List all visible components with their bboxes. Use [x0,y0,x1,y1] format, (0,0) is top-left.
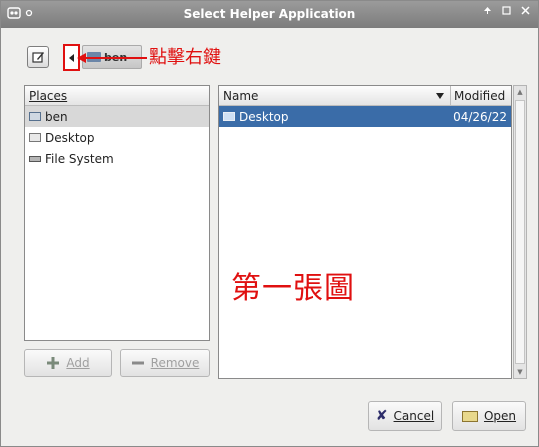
title-bar[interactable]: Select Helper Application [1,1,538,28]
cancel-button[interactable]: ✘ Cancel [368,401,442,431]
desktop-folder-icon [223,112,235,121]
home-folder-icon [29,112,41,121]
window-controls [483,6,530,15]
close-icon[interactable] [521,6,530,15]
places-item-desktop[interactable]: Desktop [25,127,209,148]
file-list-scrollbar[interactable]: ▲ ▼ [513,85,527,379]
column-modified[interactable]: Modified [451,86,511,105]
remove-label: Remove [150,356,200,370]
file-name: Desktop [239,109,289,124]
scroll-thumb[interactable] [515,100,525,364]
arrow-left-icon [68,53,74,62]
drive-icon [29,155,41,162]
file-list-header: Name Modified [219,86,511,106]
places-item-label: ben [45,109,68,124]
open-label: Open [483,409,517,423]
file-modified: 04/26/22 [453,109,507,124]
cancel-x-icon: ✘ [375,408,388,424]
places-item-label: Desktop [45,130,95,145]
places-header-label: Places [29,88,68,103]
annotation-arrow-icon [77,53,147,63]
places-item-label: File System [45,151,114,166]
scroll-up-icon[interactable]: ▲ [514,86,526,98]
open-button[interactable]: Open [452,401,526,431]
sort-down-icon [436,92,444,99]
pencil-icon [32,52,44,63]
column-name-label: Name [223,88,259,103]
pin-icon[interactable] [483,6,492,15]
places-item-file-system[interactable]: File System [25,148,209,169]
places-panel: Places ben Desktop File System [24,85,210,341]
open-folder-icon [461,410,478,422]
places-item-ben[interactable]: ben [25,106,209,127]
table-row[interactable]: Desktop 04/26/22 [219,106,511,127]
file-list-panel: Name Modified Desktop 04/26/22 [218,85,512,379]
places-header[interactable]: Places [25,86,209,106]
window-title: Select Helper Application [183,7,356,21]
annotation-figure-caption: 第一張圖 [231,271,355,306]
remove-bookmark-button[interactable]: Remove [120,349,210,377]
edit-location-button[interactable] [27,46,49,68]
add-bookmark-button[interactable]: Add [24,349,112,377]
maximize-icon[interactable] [502,6,511,15]
annotation-right-click: 點擊右鍵 [149,47,221,68]
scroll-down-icon[interactable]: ▼ [514,366,526,378]
add-label: Add [66,356,90,370]
column-name[interactable]: Name [219,86,451,105]
select-helper-dialog: Select Helper Application ben 點擊右鍵 Place… [0,0,539,447]
minus-icon [131,361,144,365]
cancel-label: Cancel [393,409,435,423]
file-name-cell: Desktop [219,110,451,124]
plus-icon [47,357,60,369]
column-modified-label: Modified [454,88,506,103]
desktop-folder-icon [29,133,41,142]
